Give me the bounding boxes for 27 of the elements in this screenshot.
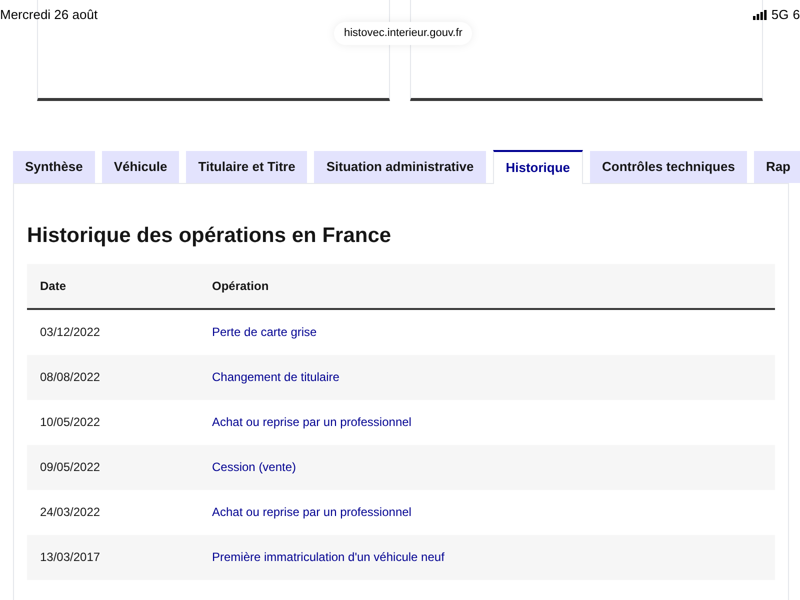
tab[interactable]: Situation administrative [314, 151, 486, 183]
tab[interactable]: Historique [492, 150, 584, 184]
operation-link[interactable]: Perte de carte grise [212, 323, 317, 341]
status-date: Mercredi 26 août [0, 6, 98, 24]
tab[interactable]: Contrôles techniques [590, 151, 747, 183]
network-label: 5G [771, 6, 789, 24]
operation-link[interactable]: Achat ou reprise par un professionnel [212, 503, 412, 521]
operation-link[interactable]: Achat ou reprise par un professionnel [212, 413, 412, 431]
date-cell-text: 08/08/2022 [39, 369, 102, 386]
date-cell-text: 24/03/2022 [39, 504, 102, 521]
date-cell-text: 10/05/2022 [39, 414, 102, 431]
tab[interactable]: Titulaire et Titre [186, 151, 308, 183]
signal-icon [753, 10, 768, 20]
tab[interactable]: Véhicule [102, 151, 180, 183]
operation-link[interactable]: Changement de titulaire [212, 368, 340, 386]
tab[interactable]: Rap [754, 151, 800, 183]
date-cell-text: 13/03/2017 [39, 549, 102, 566]
column-header: Opération [212, 278, 269, 294]
section-title: Historique des opérations en France [27, 223, 392, 249]
battery-percent: 6 [792, 6, 800, 24]
address-bar[interactable]: histovec.interieur.gouv.fr [334, 22, 472, 44]
operation-link[interactable]: Première immatriculation d'un véhicule neuf [212, 548, 444, 566]
operation-link[interactable]: Cession (vente) [212, 458, 296, 476]
column-header: Date [39, 278, 68, 294]
tab[interactable]: Synthèse [13, 151, 95, 183]
date-cell-text: 09/05/2022 [39, 459, 102, 476]
date-cell-text: 03/12/2022 [39, 324, 102, 341]
